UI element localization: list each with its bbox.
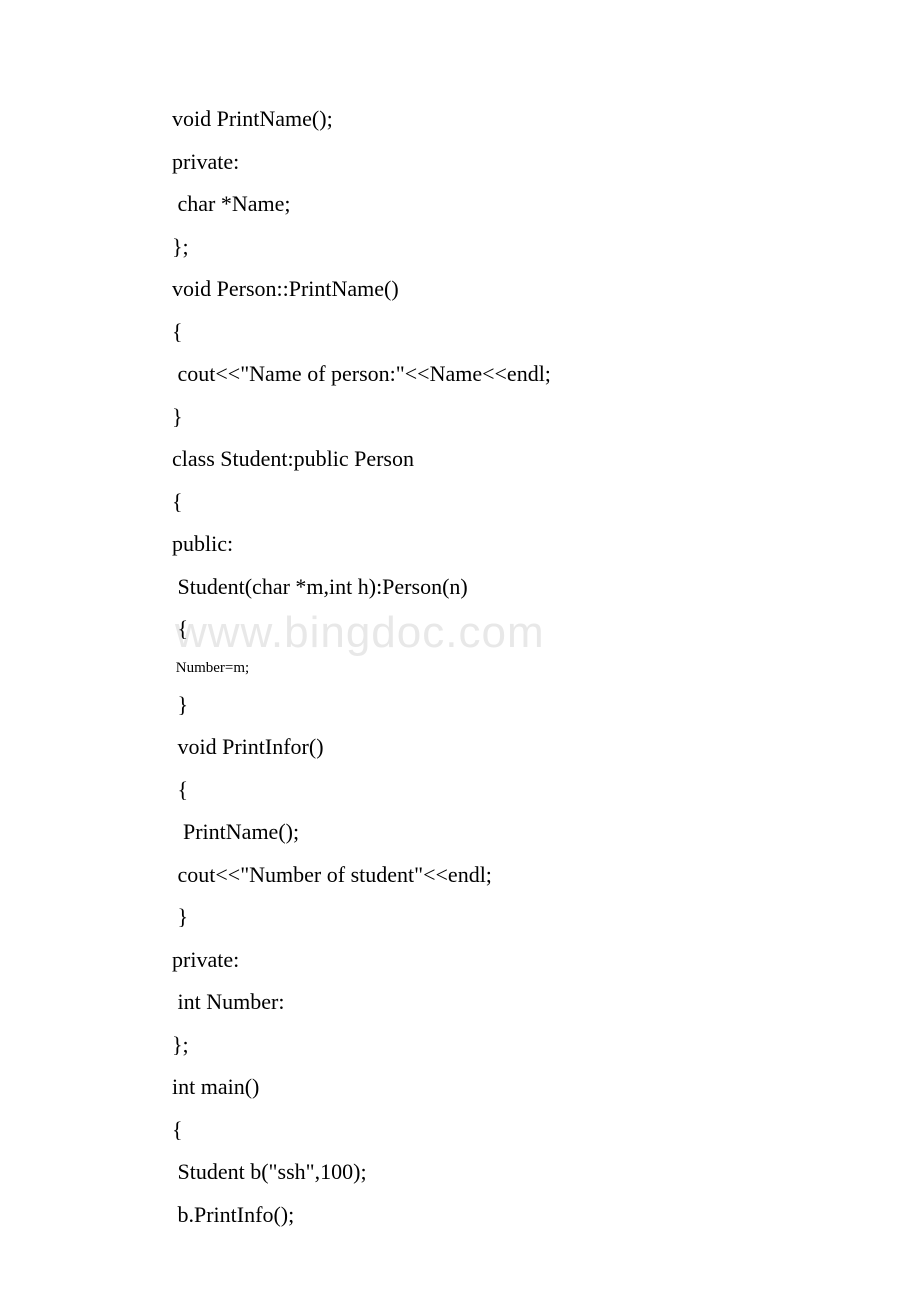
code-line: }; [172,236,820,258]
code-line: { [172,321,820,343]
code-line: private: [172,151,820,173]
code-line: } [172,694,820,716]
code-line: Student(char *m,int h):Person(n) [172,576,820,598]
code-line: } [172,906,820,928]
code-line: char *Name; [172,193,820,215]
code-line: class Student:public Person [172,448,820,470]
code-line: b.PrintInfo(); [172,1204,820,1226]
code-line: { [172,779,820,801]
code-line: int Number: [172,991,820,1013]
code-line: void PrintName(); [172,108,820,130]
code-line: int main() [172,1076,820,1098]
code-line: cout<<"Number of student"<<endl; [172,864,820,886]
code-line: { [172,1119,820,1141]
code-line: PrintName(); [172,821,820,843]
code-line: void Person::PrintName() [172,278,820,300]
code-line: { [172,491,820,513]
code-line: } [172,406,820,428]
code-line: cout<<"Name of person:"<<Name<<endl; [172,363,820,385]
code-line: private: [172,949,820,971]
code-line: Student b("ssh",100); [172,1161,820,1183]
code-line: Number=m; [172,661,820,676]
code-block: void PrintName(); private: char *Name; }… [0,0,920,1226]
code-line: void PrintInfor() [172,736,820,758]
code-line: { [172,618,820,640]
code-line: }; [172,1034,820,1056]
code-line: public: [172,533,820,555]
